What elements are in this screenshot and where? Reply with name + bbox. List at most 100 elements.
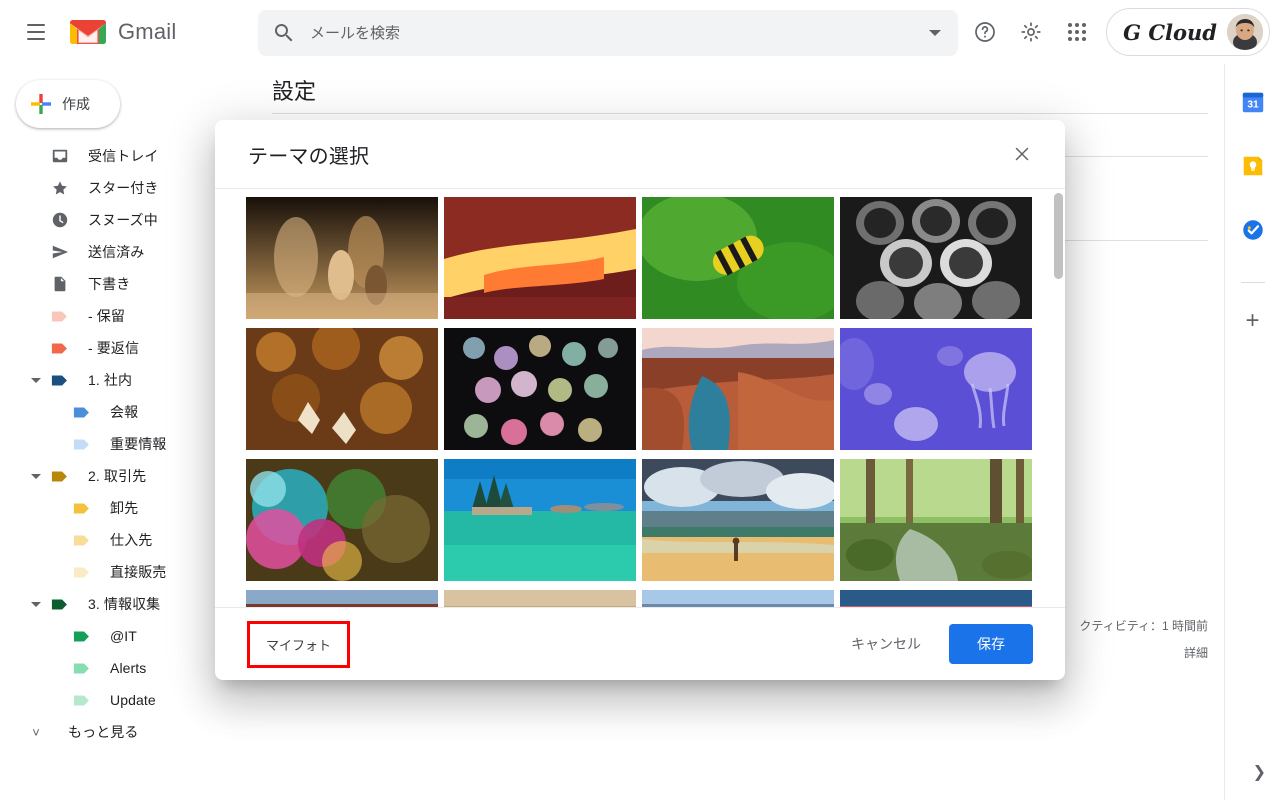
- my-photos-highlight: マイフォト: [247, 620, 351, 668]
- apps-grid-dots: [1068, 23, 1087, 41]
- label-tag-icon: [72, 498, 92, 518]
- theme-thumbnail-partial-row-1[interactable]: [246, 590, 438, 607]
- close-icon[interactable]: [1005, 137, 1039, 171]
- theme-thumbnail-partial-row-3[interactable]: [642, 590, 834, 607]
- sidebar-item-label: 受信トレイ: [88, 148, 159, 164]
- theme-thumbnail-autumn-leaves[interactable]: [246, 328, 438, 450]
- search-options-button[interactable]: [912, 10, 958, 56]
- top-app-bar: Gmail メールを検索 G Cloud: [0, 0, 1280, 64]
- star-icon: [50, 178, 70, 198]
- top-bar-actions: G Cloud: [962, 0, 1270, 64]
- chevron-down-icon: ˅: [32, 724, 40, 740]
- gmail-brand-label: Gmail: [118, 19, 177, 44]
- gmail-logo-icon: [68, 17, 108, 47]
- theme-thumbnail-partial-row-2[interactable]: [444, 590, 636, 607]
- theme-thumbnail-partial-row-4[interactable]: [840, 590, 1032, 607]
- theme-picker-dialog: テーマの選択 マイフォト キャンセル 保存: [215, 120, 1065, 680]
- sidebar-item-label: Update: [110, 692, 156, 708]
- sidebar-item-label: 直接販売: [110, 564, 167, 580]
- send-icon: [50, 242, 70, 262]
- chevron-right-icon[interactable]: ❯: [1253, 762, 1266, 782]
- sidebar-item-label: 卸先: [110, 500, 139, 516]
- gear-icon[interactable]: [1008, 9, 1054, 55]
- compose-button[interactable]: 作成: [16, 80, 120, 128]
- account-chip[interactable]: G Cloud: [1106, 8, 1270, 56]
- sidebar-item-label: もっと見る: [68, 724, 139, 740]
- activity-details-link[interactable]: 詳細: [1184, 644, 1208, 661]
- theme-thumbnail-metal-pipes[interactable]: [840, 197, 1032, 319]
- dialog-footer: マイフォト キャンセル 保存: [215, 608, 1065, 680]
- my-photos-button[interactable]: マイフォト: [250, 623, 348, 665]
- tasks-icon[interactable]: [1237, 214, 1269, 246]
- label-tag-icon: [72, 626, 92, 646]
- avatar[interactable]: [1227, 14, 1263, 50]
- apps-grid-icon[interactable]: [1054, 9, 1100, 55]
- sidebar-item-label: @IT: [110, 628, 137, 644]
- theme-thumbnail-canyon-river[interactable]: [642, 328, 834, 450]
- triangle-down-icon[interactable]: [26, 601, 46, 607]
- label-tag-icon: [50, 338, 70, 358]
- last-activity-text: クティビティ：1 時間前: [1079, 619, 1208, 633]
- page-title: 設定: [272, 79, 317, 104]
- clock-icon: [50, 210, 70, 230]
- sidebar-item-label: 下書き: [88, 276, 131, 292]
- plus-icon[interactable]: +: [1245, 309, 1259, 333]
- sidebar-item-label: Alerts: [110, 660, 147, 676]
- sidebar-item-label: 仕入先: [110, 532, 153, 548]
- theme-thumbnail-turquoise-lake[interactable]: [444, 459, 636, 581]
- label-tag-icon: [50, 594, 70, 614]
- dialog-actions: キャンセル 保存: [837, 624, 1033, 664]
- inbox-icon: [50, 146, 70, 166]
- hamburger-menu-icon[interactable]: [12, 8, 60, 56]
- sidebar-item-label: 3. 情報収集: [88, 596, 161, 612]
- sidebar-item-label: スヌーズ中: [88, 212, 158, 228]
- theme-grid-scrollbar[interactable]: [1051, 189, 1065, 607]
- divider: [1240, 282, 1265, 283]
- plus-icon: [30, 93, 52, 115]
- theme-grid: [215, 189, 1065, 607]
- theme-thumbnail-caterpillar-leaf[interactable]: [642, 197, 834, 319]
- gmail-app-window: Gmail メールを検索 G Cloud 作成 受信トレイ スター付き スヌーズ…: [0, 0, 1280, 800]
- calendar-icon[interactable]: 31: [1237, 86, 1269, 118]
- theme-thumbnail-chess-board[interactable]: [246, 197, 438, 319]
- right-side-panel: 31 + ❯: [1224, 64, 1280, 800]
- cancel-button[interactable]: キャンセル: [837, 625, 935, 663]
- theme-thumbnail-antelope-canyon[interactable]: [444, 197, 636, 319]
- theme-thumbnail-colorful-ornaments[interactable]: [246, 459, 438, 581]
- sidebar-item-label: - 要返信: [88, 340, 140, 356]
- label-tag-icon: [50, 306, 70, 326]
- save-button[interactable]: 保存: [949, 624, 1033, 664]
- search-input[interactable]: [308, 23, 912, 43]
- theme-thumbnail-bokeh-lights[interactable]: [444, 328, 636, 450]
- search-bar[interactable]: [258, 10, 958, 56]
- sidebar-item-18[interactable]: ˅ もっと見る: [0, 716, 256, 748]
- gmail-brand[interactable]: Gmail: [68, 17, 176, 47]
- sidebar-item-label: スター付き: [88, 180, 159, 196]
- sidebar-item-label: 送信済み: [88, 244, 145, 260]
- chevron-down-icon: [929, 30, 941, 36]
- triangle-down-icon[interactable]: [26, 377, 46, 383]
- triangle-down-icon[interactable]: [26, 473, 46, 479]
- account-name: G Cloud: [1123, 19, 1217, 45]
- label-tag-icon: [72, 530, 92, 550]
- theme-thumbnail-jellyfish[interactable]: [840, 328, 1032, 450]
- label-tag-icon: [50, 370, 70, 390]
- keep-icon[interactable]: [1237, 150, 1269, 182]
- label-tag-icon: [72, 562, 92, 582]
- scrollbar-thumb[interactable]: [1054, 193, 1063, 279]
- label-tag-icon: [72, 690, 92, 710]
- help-icon[interactable]: [962, 9, 1008, 55]
- label-tag-icon: [50, 466, 70, 486]
- dialog-body: [215, 188, 1065, 608]
- sidebar-item-label: - 保留: [88, 308, 125, 324]
- theme-thumbnail-forest-stream[interactable]: [840, 459, 1032, 581]
- search-icon: [272, 21, 296, 45]
- sidebar-item-17[interactable]: Update: [0, 684, 256, 716]
- theme-thumbnail-beach-clouds[interactable]: [642, 459, 834, 581]
- sidebar-item-label: 会報: [110, 404, 139, 420]
- divider: [272, 113, 1208, 114]
- sidebar-item-label: 重要情報: [110, 436, 167, 452]
- sidebar-item-label: 1. 社内: [88, 372, 133, 388]
- sidebar-item-label: 2. 取引先: [88, 468, 147, 484]
- svg-text:31: 31: [1247, 100, 1259, 111]
